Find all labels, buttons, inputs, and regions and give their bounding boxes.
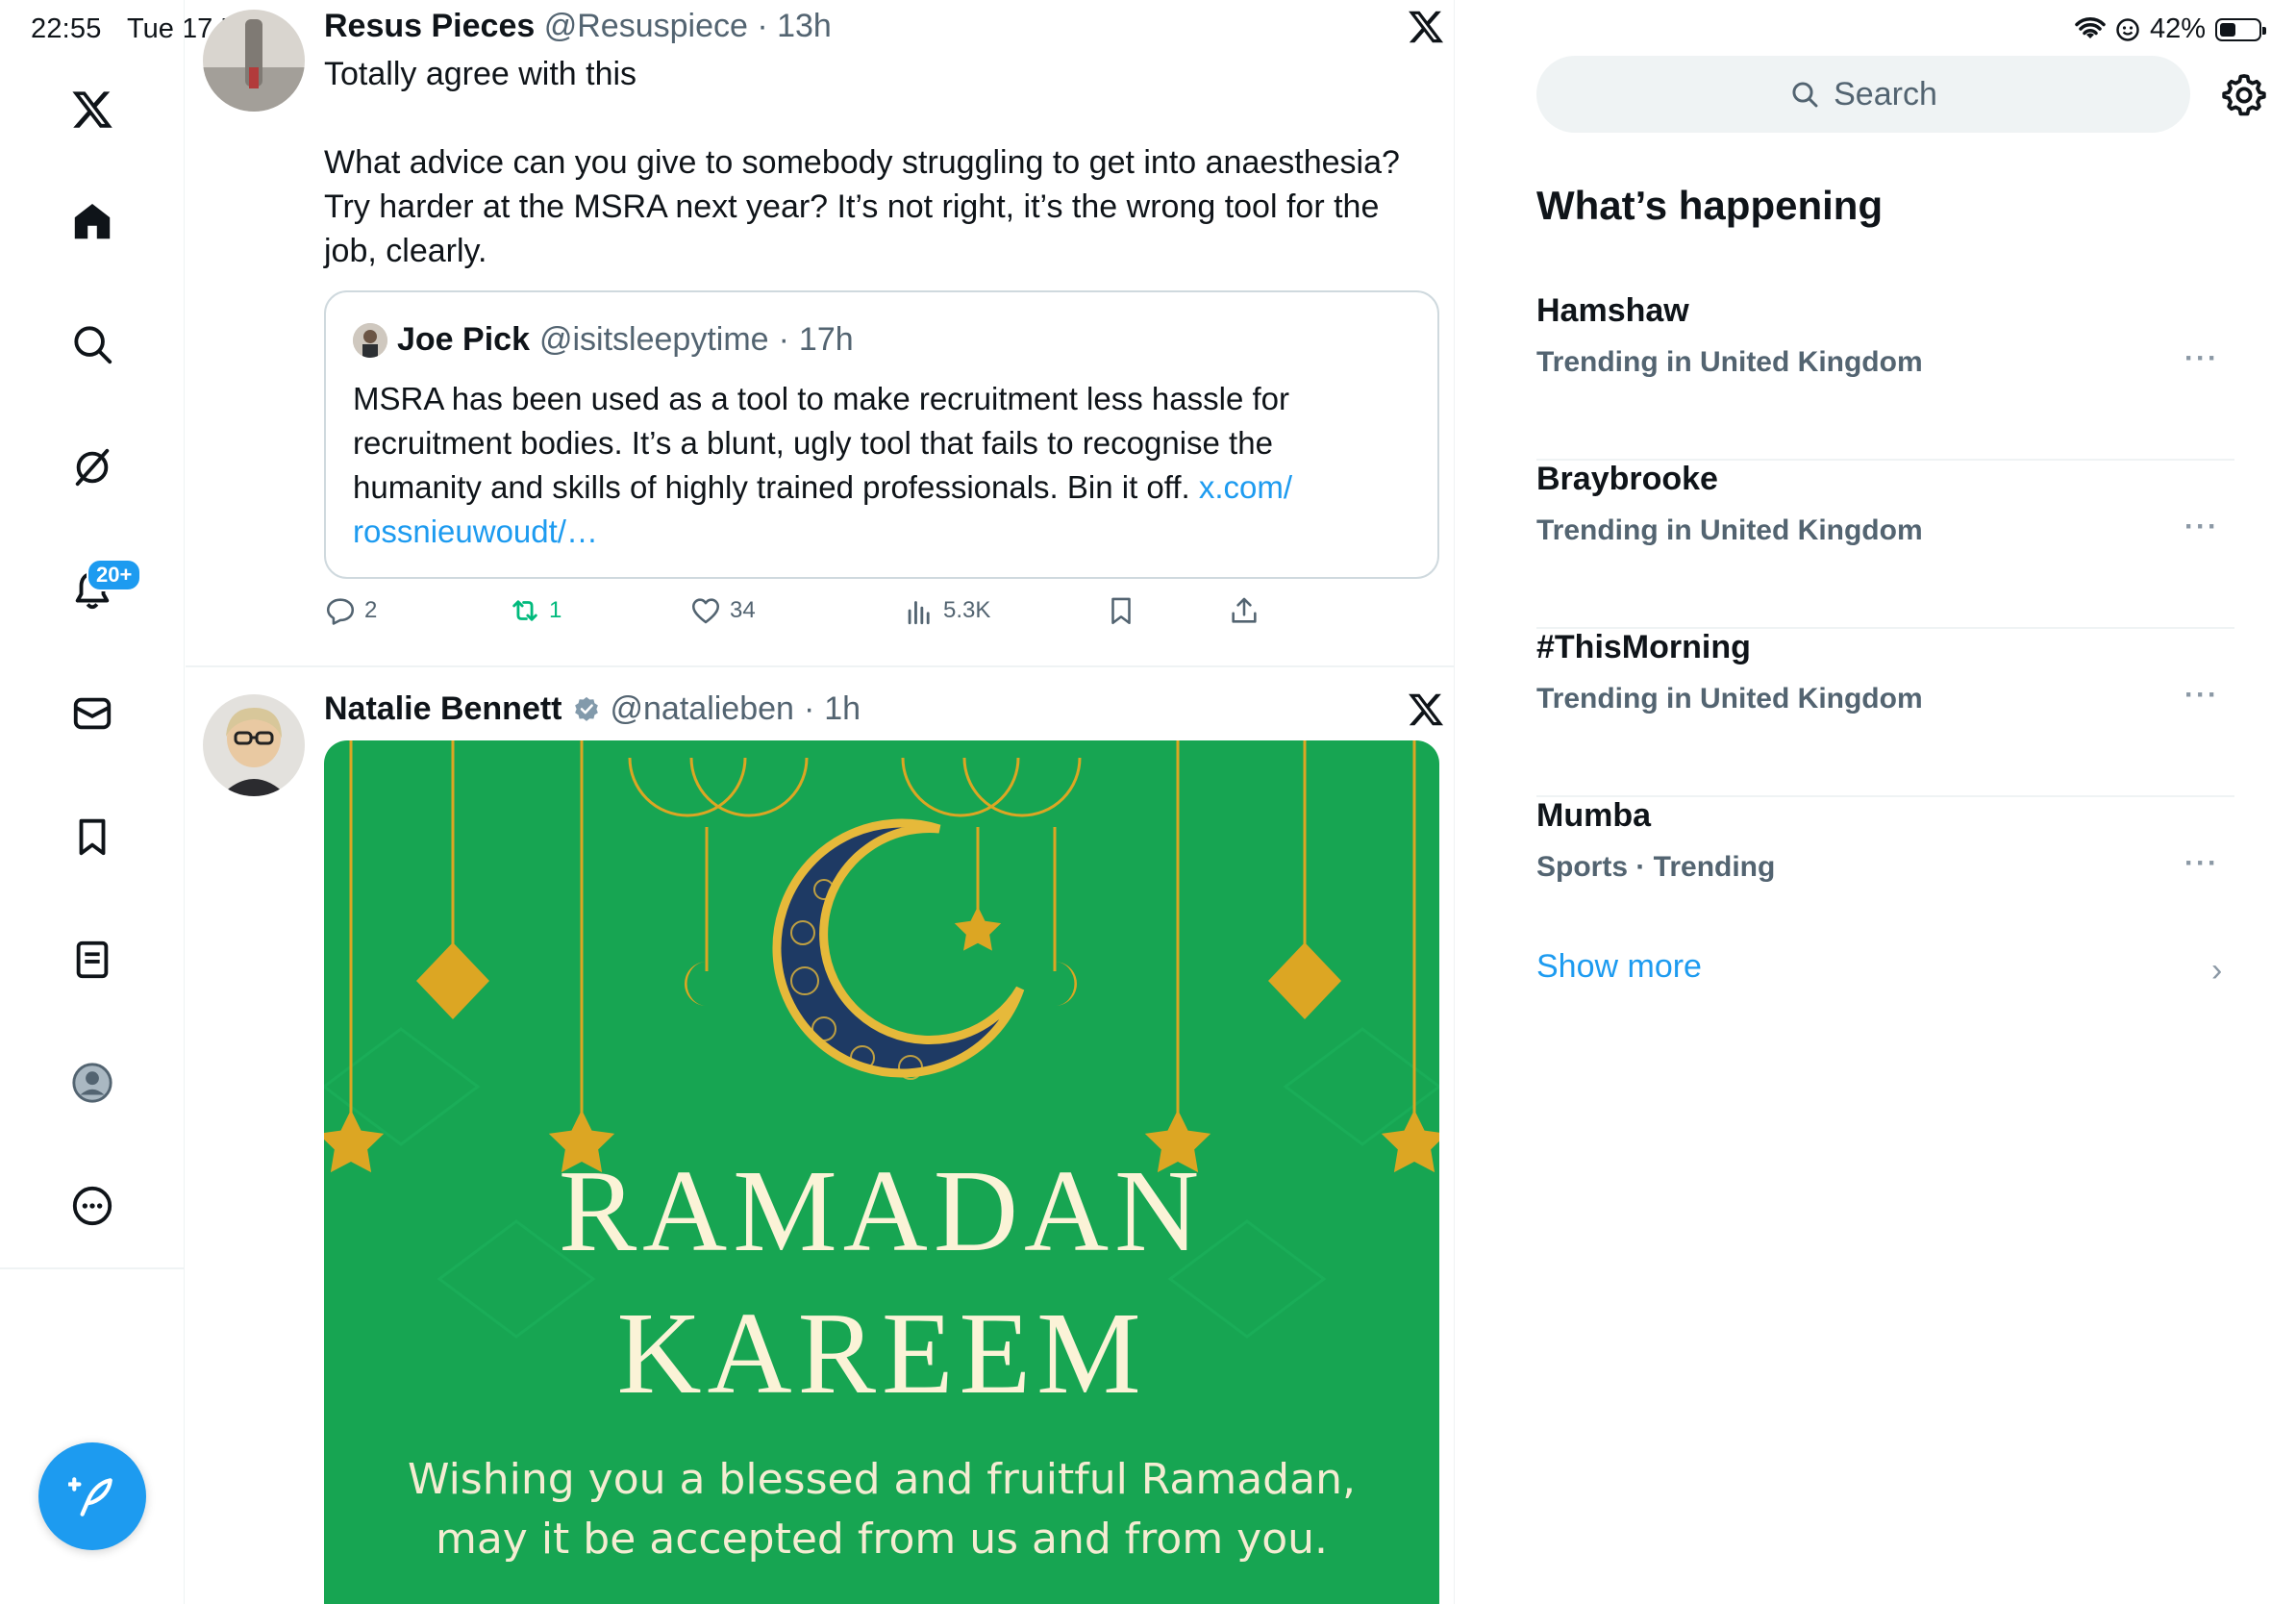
right-sidebar: Search What’s happening Hamshaw Trending… (1456, 0, 2296, 1604)
compose-button[interactable] (38, 1442, 146, 1550)
tweet-line: Totally agree with this (324, 56, 637, 92)
views-icon (908, 601, 930, 625)
quote-author-handle[interactable]: @isitsleepytime (539, 321, 769, 359)
author-handle[interactable]: @natalieben (611, 690, 794, 728)
quote-text: MSRA has been used as a tool to make rec… (353, 377, 1420, 554)
tweet-text: Totally agree with this What advice can … (324, 52, 1400, 273)
timeline: Resus Pieces @Resuspiece · 13h Totally a… (186, 0, 1455, 1604)
trend-context: Trending in United Kingdom (1536, 514, 1923, 546)
repost-icon (512, 600, 537, 621)
quoted-tweet[interactable]: Joe Pick @isitsleepytime · 17h MSRA has be… (324, 290, 1439, 579)
search-icon (1792, 82, 1818, 108)
quote-line: humanity and skills of highly trained pr… (353, 465, 1420, 510)
chevron-right-icon: › (2211, 952, 2223, 989)
author-name[interactable]: Natalie Bennett (324, 690, 562, 728)
image-title-line2: KAREEM (616, 1289, 1147, 1418)
share-icon (1232, 597, 1257, 623)
x-brand-icon (1409, 11, 1444, 43)
quote-avatar[interactable] (353, 322, 387, 358)
trend-more-icon[interactable]: ··· (2184, 847, 2219, 880)
view-count: 5.3K (943, 597, 991, 623)
messages-icon[interactable] (62, 683, 123, 744)
reply-count: 2 (364, 597, 378, 623)
quote-time: 17h (798, 321, 854, 358)
settings-gear-icon[interactable] (2221, 71, 2267, 117)
quote-line: MSRA has been used as a tool to make rec… (353, 381, 1289, 416)
tweet-header: Resus Pieces @Resuspiece · 13h (324, 8, 832, 44)
tweet-time[interactable]: 1h (824, 690, 861, 728)
lists-icon[interactable] (62, 929, 123, 990)
trend-item[interactable]: Mumba Sports · Trending ··· (1536, 797, 2234, 965)
quote-author-name[interactable]: Joe Pick (397, 321, 530, 359)
trend-name: Hamshaw (1536, 292, 1689, 329)
bookmarks-icon[interactable] (62, 806, 123, 867)
avatar-natalie-bennett[interactable] (203, 694, 305, 796)
quote-link-continued[interactable]: rossnieuwoudt/… (353, 510, 1420, 554)
trend-item[interactable]: #ThisMorning Trending in United Kingdom … (1536, 629, 2234, 797)
quote-header: Joe Pick @isitsleepytime · 17h (353, 321, 854, 359)
repost-count: 1 (549, 597, 562, 623)
x-brand-icon (1409, 693, 1444, 726)
trend-context: Sports · Trending (1536, 851, 1776, 883)
like-count: 34 (730, 597, 756, 623)
share-button[interactable] (1228, 594, 1260, 627)
compose-feather-icon (68, 1477, 112, 1516)
nav-divider (0, 1267, 185, 1269)
reply-icon (326, 598, 355, 625)
views-button[interactable]: 5.3K (903, 594, 990, 627)
notification-badge: 20+ (87, 559, 142, 591)
verified-badge-icon (574, 696, 598, 721)
tweet-line (324, 96, 1400, 140)
x-logo-icon[interactable] (62, 79, 123, 140)
trend-context: Trending in United Kingdom (1536, 683, 1923, 714)
quote-line: recruitment bodies. It’s a blunt, ugly t… (353, 425, 1273, 461)
more-options-icon[interactable] (62, 1175, 123, 1237)
reply-button[interactable]: 2 (324, 594, 377, 627)
bookmark-icon (1111, 597, 1131, 625)
trend-name: #ThisMorning (1536, 629, 1751, 665)
image-title-line1: RAMADAN (558, 1146, 1206, 1276)
repost-button[interactable]: 1 (509, 594, 562, 627)
home-icon[interactable] (62, 190, 123, 252)
trend-item[interactable]: Hamshaw Trending in United Kingdom ··· (1536, 292, 2234, 461)
tweet-actions: 2 1 34 5.3K (324, 594, 1439, 640)
tweet-header: Natalie Bennett @natalieben · 1h (324, 690, 861, 728)
show-more-link[interactable]: Show more (1536, 948, 1702, 986)
search-input[interactable]: Search (1536, 56, 2190, 133)
avatar-resus-pieces[interactable] (203, 10, 305, 112)
trend-more-icon[interactable]: ··· (2184, 342, 2219, 375)
quote-link[interactable]: x.com/ (1199, 469, 1292, 505)
tweet-line: What advice can you give to somebody str… (324, 144, 1400, 181)
like-button[interactable]: 34 (689, 594, 756, 627)
trend-name: Braybrooke (1536, 461, 1718, 497)
tweet-line: Try harder at the MSRA next year? It’s n… (324, 188, 1380, 225)
trend-name: Mumba (1536, 797, 1651, 834)
heart-icon (691, 598, 720, 624)
trend-more-icon[interactable]: ··· (2184, 679, 2219, 712)
tweet-media-image[interactable]: RAMADAN KAREEM Wishing you a blessed and… (324, 740, 1439, 1604)
grok-icon[interactable] (62, 437, 123, 498)
tweet-divider (186, 665, 1454, 667)
bookmark-button[interactable] (1105, 594, 1137, 627)
image-subtitle-line2: may it be accepted from us and from you. (435, 1515, 1329, 1564)
search-placeholder: Search (1834, 75, 1937, 113)
image-subtitle-line1: Wishing you a blessed and fruitful Ramad… (408, 1455, 1356, 1504)
author-name[interactable]: Resus Pieces (324, 8, 535, 44)
profile-avatar-icon[interactable] (62, 1052, 123, 1114)
author-handle[interactable]: @Resuspiece (544, 8, 748, 44)
left-nav: 20+ (0, 0, 185, 1604)
tweet-time[interactable]: 13h (777, 8, 832, 44)
trend-context: Trending in United Kingdom (1536, 346, 1923, 378)
trend-item[interactable]: Braybrooke Trending in United Kingdom ··… (1536, 461, 2234, 629)
trend-more-icon[interactable]: ··· (2184, 511, 2219, 543)
tweet-line: job, clearly. (324, 233, 487, 269)
quote-line-text: humanity and skills of highly trained pr… (353, 469, 1199, 505)
explore-icon[interactable] (62, 313, 123, 375)
whats-happening-title: What’s happening (1536, 183, 1884, 228)
